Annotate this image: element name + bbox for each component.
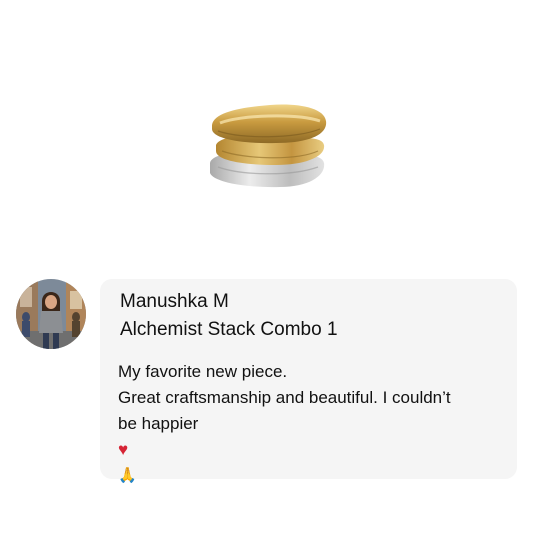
heart-icon: ♥ [118,440,129,459]
reviewer-name: Manushka M [120,291,229,312]
avatar [16,279,86,349]
review-text-line: Great craftsmanship and beautiful. I cou… [118,388,451,407]
product-name: Alchemist Stack Combo 1 [120,319,338,340]
review-text-line: be happier [118,414,199,433]
reviewer-photo [16,279,86,349]
praying-hands-icon: 🙏 [118,467,137,484]
review-card: Manushka M Alchemist Stack Combo 1 My fa… [100,279,517,484]
stacked-rings-image [210,104,327,188]
review-text-line-last: be happier ♥ 🙏 [118,411,503,489]
review-text-line: My favorite new piece. [118,362,288,381]
review-text: My favorite new piece. Great craftsmansh… [118,359,503,489]
review-page: Manushka M Alchemist Stack Combo 1 My fa… [0,0,533,533]
